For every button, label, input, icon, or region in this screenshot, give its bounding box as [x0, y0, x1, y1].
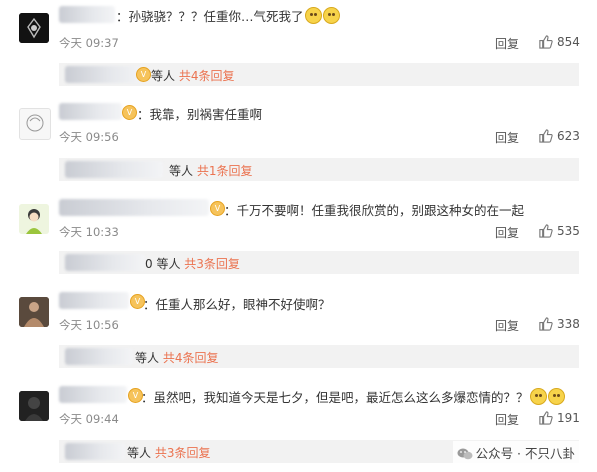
avatar[interactable]: [19, 391, 49, 421]
avatar[interactable]: [19, 13, 49, 43]
like-button[interactable]: 535: [538, 223, 580, 238]
username-blurred[interactable]: [59, 103, 122, 120]
reply-thread[interactable]: 0 等人 共3条回复: [59, 251, 579, 274]
comment-text: ：虽然吧，我知道今天是七夕，但是吧，最近怎么这么多爆恋情的？？: [141, 387, 565, 406]
reply-button[interactable]: 回复: [495, 129, 519, 146]
username-blurred[interactable]: [59, 292, 129, 309]
thread-summary[interactable]: 等人 共4条回复: [151, 67, 234, 84]
thread-summary[interactable]: 0 等人 共3条回复: [145, 255, 240, 272]
username-blurred: [65, 348, 133, 365]
timestamp: 今天 10:33: [59, 225, 119, 239]
reply-thread[interactable]: 等人 共1条回复: [59, 158, 579, 181]
comment-text: ：孙骁骁？？？任重你…气死我了: [116, 6, 340, 25]
like-count: 623: [557, 129, 580, 143]
avatar[interactable]: [19, 204, 49, 234]
username-blurred: [65, 254, 145, 271]
vip-crown-icon: V: [136, 67, 151, 82]
reply-button[interactable]: 回复: [495, 411, 519, 428]
thread-link[interactable]: 共3条回复: [184, 257, 240, 271]
like-count: 854: [557, 35, 580, 49]
thumbs-up-icon: [539, 317, 553, 331]
thread-link[interactable]: 共4条回复: [163, 351, 219, 365]
reply-thread[interactable]: 等人 共4条回复: [59, 345, 579, 368]
watermark: 公众号 · 不只八卦: [452, 441, 579, 464]
emoji-icon: [322, 7, 340, 24]
like-count: 535: [557, 224, 580, 238]
comment-text: ：我靠，别祸害任重啊: [137, 107, 263, 122]
thread-summary[interactable]: 等人 共3条回复: [127, 444, 210, 461]
like-button[interactable]: 191: [538, 410, 580, 425]
thread-link[interactable]: 共1条回复: [197, 164, 253, 178]
thread-summary[interactable]: 等人 共4条回复: [135, 349, 218, 366]
username-blurred[interactable]: [59, 6, 115, 23]
username-blurred: [65, 161, 163, 178]
emoji-icon: [304, 7, 322, 24]
reply-button[interactable]: 回复: [495, 224, 519, 241]
timestamp: 今天 09:44: [59, 412, 119, 426]
like-count: 191: [557, 411, 580, 425]
avatar[interactable]: [19, 108, 51, 140]
thumbs-up-icon: [539, 224, 553, 238]
vip-crown-icon: V: [210, 201, 225, 216]
timestamp: 今天 09:56: [59, 130, 119, 144]
thread-link[interactable]: 共4条回复: [179, 69, 235, 83]
like-count: 338: [557, 317, 580, 331]
username-blurred: [65, 443, 125, 460]
emoji-icon: [529, 388, 547, 405]
like-button[interactable]: 854: [538, 34, 580, 49]
timestamp: 今天 10:56: [59, 318, 119, 332]
comment-text: ：任重人那么好，眼神不好使啊？: [143, 297, 331, 312]
thumbs-up-icon: [539, 411, 553, 425]
reply-button[interactable]: 回复: [495, 35, 519, 52]
username-blurred[interactable]: [59, 386, 127, 403]
thread-summary[interactable]: 等人 共1条回复: [169, 162, 252, 179]
reply-thread[interactable]: V 等人 共4条回复: [59, 63, 579, 86]
avatar[interactable]: [19, 297, 49, 327]
thumbs-up-icon: [539, 35, 553, 49]
thumbs-up-icon: [539, 129, 553, 143]
username-blurred: [65, 66, 143, 83]
like-button[interactable]: 338: [538, 316, 580, 331]
comment-text: ：千万不要啊！任重我很欣赏的，别跟这种女的在一起: [224, 203, 525, 218]
emoji-icon: [547, 388, 565, 405]
vip-crown-icon: V: [122, 105, 137, 120]
username-blurred[interactable]: [59, 199, 209, 216]
thread-link[interactable]: 共3条回复: [155, 446, 211, 460]
timestamp: 今天 09:37: [59, 36, 119, 50]
like-button[interactable]: 623: [538, 128, 580, 143]
wechat-icon: [457, 448, 473, 460]
reply-button[interactable]: 回复: [495, 317, 519, 334]
